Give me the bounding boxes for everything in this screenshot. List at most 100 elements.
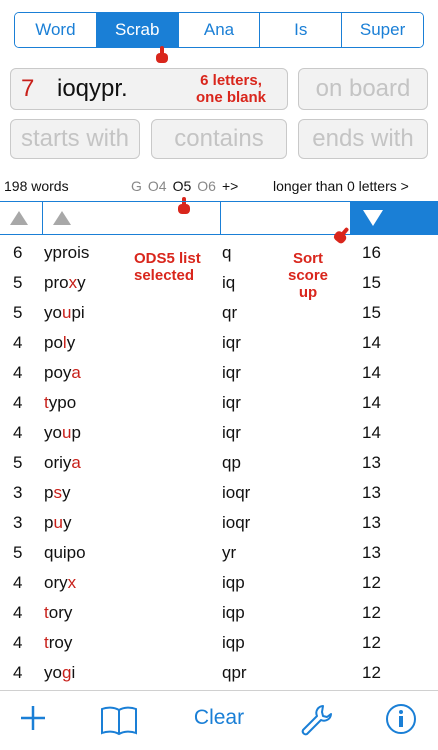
word-score: 12 (362, 663, 381, 682)
word-segment: ory (44, 573, 68, 592)
word-score: 15 (362, 273, 381, 292)
word-text: troy (44, 633, 72, 653)
contains-field[interactable]: contains (151, 119, 287, 159)
word-score: 13 (362, 453, 381, 472)
ends-with-field[interactable]: ends with (298, 119, 428, 159)
mode-ana[interactable]: Ana (177, 13, 260, 47)
word-text: proxy (44, 273, 86, 293)
table-row[interactable]: 6 yprois q 16 (0, 238, 438, 268)
table-row[interactable]: 4 poya iqr 14 (0, 358, 438, 388)
word-score: 14 (362, 423, 381, 442)
table-row[interactable]: 4 poly iqr 14 (0, 328, 438, 358)
table-row[interactable]: 4 typo iqr 14 (0, 388, 438, 418)
word-length: 4 (13, 393, 23, 412)
word-segment: poy (44, 363, 72, 382)
sort-score-button[interactable] (350, 202, 438, 234)
word-length: 3 (13, 513, 23, 532)
bottom-toolbar: Clear (0, 690, 438, 750)
sort-word-button[interactable] (42, 202, 220, 234)
annotation-sort: Sort score up (288, 250, 329, 301)
word-segment: yprois (44, 243, 90, 262)
length-filter[interactable]: longer than 0 letters > (273, 178, 409, 194)
table-row[interactable]: 4 youp iqr 14 (0, 418, 438, 448)
list-o5[interactable]: O5 (173, 178, 192, 194)
word-length: 6 (13, 243, 23, 262)
word-text: youpi (44, 303, 85, 323)
word-list-selector: G O4 O5 O6 +> (131, 178, 238, 194)
word-text: puy (44, 513, 71, 533)
starts-with-field[interactable]: starts with (10, 119, 140, 159)
settings-button[interactable] (299, 703, 333, 737)
dictionary-button[interactable] (99, 703, 139, 737)
word-text: poya (44, 363, 81, 383)
list-o4[interactable]: O4 (148, 178, 167, 194)
mode-word[interactable]: Word (15, 13, 96, 47)
on-board-field[interactable]: on board (298, 68, 428, 110)
word-segment: quipo (44, 543, 86, 562)
annotation-list: ODS5 list selected (134, 250, 201, 284)
table-row[interactable]: 3 puy ioqr 13 (0, 508, 438, 538)
unused-letters: iqr (222, 393, 241, 412)
word-score: 16 (362, 243, 381, 262)
blank-letter: a (71, 453, 81, 472)
info-button[interactable] (385, 703, 417, 735)
unused-letters: qr (222, 303, 238, 322)
word-length: 4 (13, 423, 23, 442)
mode-super[interactable]: Super (341, 13, 423, 47)
table-row[interactable]: 4 troy iqp 12 (0, 628, 438, 658)
letters-count: 7 (21, 75, 35, 102)
word-segment: yo (44, 303, 62, 322)
word-score: 13 (362, 543, 381, 562)
unused-letters: iqp (222, 633, 245, 652)
unused-letters: yr (222, 543, 237, 562)
word-length: 4 (13, 573, 23, 592)
unused-letters: q (222, 243, 232, 262)
mode-is[interactable]: Is (259, 13, 342, 47)
add-button[interactable] (18, 703, 48, 733)
table-row[interactable]: 4 tory iqp 12 (0, 598, 438, 628)
mode-scrab[interactable]: Scrab (95, 13, 178, 47)
unused-letters: iqr (222, 423, 241, 442)
unused-letters: ioqr (222, 483, 251, 502)
unused-letters: ioqr (222, 513, 251, 532)
list-more[interactable]: +> (222, 178, 238, 194)
list-g[interactable]: G (131, 178, 142, 194)
clear-button[interactable]: Clear (189, 703, 249, 733)
word-count: 198 words (4, 178, 69, 194)
mode-segmented-control: Word Scrab Ana Is Super (14, 12, 424, 48)
word-segment: ypo (48, 393, 77, 412)
table-row[interactable]: 4 oryx iqp 12 (0, 568, 438, 598)
letters-value: ioqypr. (57, 75, 128, 102)
word-segment: y (61, 483, 71, 502)
sort-down-icon (363, 210, 383, 226)
word-table: 6 yprois q 16 5 proxy iq 15 5 youpi qr 15 4 poly iqr 14… (0, 238, 438, 688)
list-o6[interactable]: O6 (197, 178, 216, 194)
word-segment: oriy (44, 453, 72, 472)
word-text: youp (44, 423, 81, 443)
word-length: 4 (13, 333, 23, 352)
table-row[interactable]: 5 oriya qp 13 (0, 448, 438, 478)
word-score: 14 (362, 363, 381, 382)
table-row[interactable]: 4 yogi qpr 12 (0, 658, 438, 688)
word-score: 12 (362, 603, 381, 622)
word-length: 4 (13, 633, 23, 652)
table-row[interactable]: 5 quipo yr 13 (0, 538, 438, 568)
word-text: yprois (44, 243, 89, 263)
blank-letter: x (67, 573, 77, 592)
sort-blanks-button[interactable] (220, 202, 350, 234)
word-text: quipo (44, 543, 86, 563)
word-score: 14 (362, 333, 381, 352)
word-segment: ory (48, 603, 73, 622)
word-segment: i (71, 663, 76, 682)
sort-length-button[interactable] (0, 202, 42, 234)
word-segment: y (62, 513, 72, 532)
table-row[interactable]: 3 psy ioqr 13 (0, 478, 438, 508)
sort-up-icon (10, 211, 28, 225)
word-segment: pi (71, 303, 85, 322)
word-segment: y (77, 273, 86, 292)
table-row[interactable]: 5 youpi qr 15 (0, 298, 438, 328)
word-score: 12 (362, 573, 381, 592)
word-length: 3 (13, 483, 23, 502)
pointing-hand-icon (156, 46, 168, 63)
table-row[interactable]: 5 proxy iq 15 (0, 268, 438, 298)
